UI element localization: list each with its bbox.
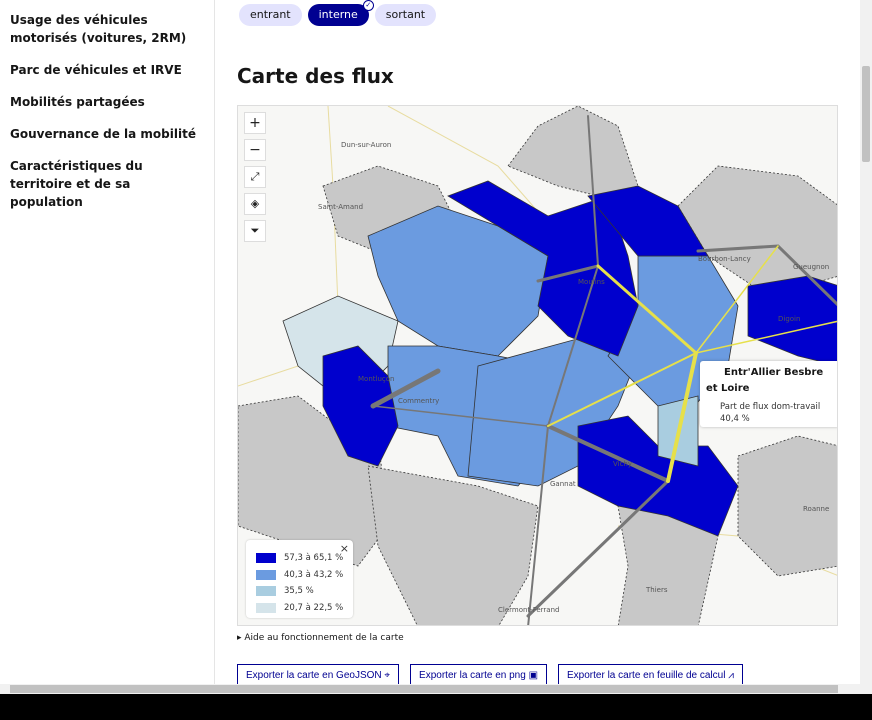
tooltip-title: Entr'Allier Besbre et Loire bbox=[706, 367, 824, 394]
place-label: Montluçon bbox=[358, 375, 394, 383]
chip-interne[interactable]: interne ✓ bbox=[307, 0, 374, 26]
place-label: Saint-Amand bbox=[318, 203, 363, 211]
zoom-in-button[interactable]: + bbox=[244, 112, 266, 134]
export-geojson-button[interactable]: Exporter la carte en GeoJSON ⌖ bbox=[237, 664, 400, 686]
sidebar-item-usage-vehicules[interactable]: Usage des véhicules motorisés (voitures,… bbox=[10, 11, 204, 47]
legend-label: 20,7 à 22,5 % bbox=[284, 602, 344, 613]
button-label: Exporter la carte en png bbox=[419, 669, 526, 681]
sidebar-item-mobilites-partagees[interactable]: Mobilités partagées bbox=[10, 93, 204, 111]
legend-swatch bbox=[256, 586, 276, 597]
map-pin-icon: ⌖ bbox=[384, 669, 391, 681]
check-icon: ✓ bbox=[362, 0, 374, 11]
vertical-scrollbar[interactable] bbox=[860, 0, 872, 684]
legend-label: 35,5 % bbox=[284, 586, 314, 597]
flow-map[interactable]: Dun-sur-Auron Saint-Amand Moulins Montlu… bbox=[237, 105, 838, 626]
scrollbar-thumb[interactable] bbox=[10, 685, 838, 693]
close-icon[interactable]: × bbox=[340, 542, 349, 555]
help-disclosure[interactable]: ▸ Aide au fonctionnement de la carte bbox=[237, 633, 404, 643]
export-spreadsheet-button[interactable]: Exporter la carte en feuille de calcul ⩘ bbox=[558, 664, 743, 686]
fullscreen-button[interactable]: ⤢ bbox=[244, 166, 266, 188]
tooltip-value: 40,4 % bbox=[720, 414, 750, 424]
filter-button[interactable]: ⏷ bbox=[244, 220, 266, 242]
legend-label: 40,3 à 43,2 % bbox=[284, 569, 344, 580]
sidebar-item-gouvernance[interactable]: Gouvernance de la mobilité bbox=[10, 125, 204, 143]
section-title: Carte des flux bbox=[237, 64, 394, 88]
place-label: Bourbon-Lancy bbox=[698, 255, 751, 263]
legend-swatch bbox=[256, 602, 276, 613]
legend-item: 35,5 % bbox=[256, 583, 347, 600]
territory-outside[interactable] bbox=[367, 465, 539, 626]
image-icon: ▣ bbox=[528, 669, 539, 681]
tooltip-label: Part de flux dom-travail bbox=[720, 402, 821, 412]
sidebar: Usage des véhicules motorisés (voitures,… bbox=[0, 0, 215, 684]
legend-item: 20,7 à 22,5 % bbox=[256, 600, 347, 617]
legend-label: 57,3 à 65,1 % bbox=[284, 553, 344, 564]
help-label: Aide au fonctionnement de la carte bbox=[244, 633, 404, 643]
horizontal-scrollbar[interactable] bbox=[0, 684, 872, 694]
button-label: Exporter la carte en GeoJSON bbox=[246, 669, 382, 681]
scrollbar-thumb[interactable] bbox=[862, 66, 870, 162]
layers-button[interactable]: ◈ bbox=[244, 193, 266, 215]
sidebar-item-caracteristiques[interactable]: Caractéristiques du territoire et de sa … bbox=[10, 157, 204, 211]
map-legend: × 57,3 à 65,1 % 40,3 à 43,2 % 35,5 % 20,… bbox=[246, 540, 353, 618]
place-label: Gannat bbox=[550, 480, 576, 488]
sidebar-item-parc-vehicules[interactable]: Parc de véhicules et IRVE bbox=[10, 61, 204, 79]
legend-item: 40,3 à 43,2 % bbox=[256, 567, 347, 584]
chip-entrant[interactable]: entrant bbox=[239, 4, 302, 26]
legend-swatch bbox=[256, 569, 276, 580]
legend-swatch bbox=[256, 553, 276, 564]
flow-filter-chips: entrant interne ✓ sortant bbox=[239, 0, 437, 26]
place-label: Vichy bbox=[613, 460, 632, 468]
place-label: Dun-sur-Auron bbox=[341, 141, 391, 149]
chip-sortant[interactable]: sortant bbox=[374, 4, 437, 26]
legend-item: 57,3 à 65,1 % bbox=[256, 550, 347, 567]
page: Usage des véhicules motorisés (voitures,… bbox=[0, 0, 872, 694]
export-png-button[interactable]: Exporter la carte en png ▣ bbox=[410, 664, 548, 686]
place-label: Thiers bbox=[645, 586, 668, 594]
place-label: Commentry bbox=[398, 397, 439, 405]
map-tooltip: Entr'Allier Besbre et Loire Part de flux… bbox=[700, 361, 837, 427]
place-label: Gueugnon bbox=[793, 263, 829, 271]
place-label: Roanne bbox=[803, 505, 829, 513]
place-label: Moulins bbox=[578, 278, 605, 286]
chip-label: interne bbox=[318, 8, 358, 21]
place-label: Clermont-Ferrand bbox=[498, 606, 559, 614]
place-label: Digoin bbox=[778, 315, 800, 323]
zoom-out-button[interactable]: − bbox=[244, 139, 266, 161]
button-label: Exporter la carte en feuille de calcul bbox=[567, 669, 726, 681]
territory-outside[interactable] bbox=[507, 106, 639, 197]
export-buttons: Exporter la carte en GeoJSON ⌖ Exporter … bbox=[237, 664, 743, 686]
chart-icon: ⩘ bbox=[728, 669, 734, 681]
